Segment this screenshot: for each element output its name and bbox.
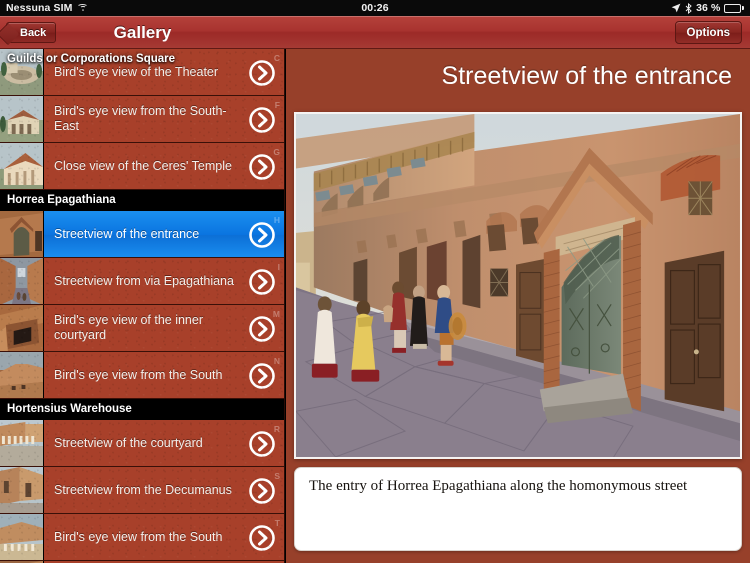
gallery-master-pane[interactable]: Bird's eye view of the Theater C Guilds or… [0, 49, 285, 563]
decumanus-thumb [0, 467, 44, 513]
list-item-label: Close view of the Ceres' Temple [54, 158, 232, 173]
temple-aerial-southeast-thumb [0, 96, 44, 142]
disclosure-chevron-icon[interactable] [249, 478, 279, 504]
list-item[interactable]: Close view of the Ceres' Temple G [0, 143, 284, 190]
status-bar-clock: 00:26 [361, 2, 389, 14]
list-item[interactable]: Bird's eye view of the Theater C Guilds or… [0, 49, 284, 96]
section-header: Horrea Epagathiana [0, 190, 284, 211]
navigation-bar: Back Gallery Options [0, 16, 750, 49]
disclosure-chevron-icon[interactable] [249, 525, 279, 551]
floating-section-header: Guilds or Corporations Square [7, 53, 176, 65]
disclosure-chevron-icon[interactable] [249, 222, 279, 248]
list-item[interactable]: Streetview from via Epagathiana I [0, 258, 284, 305]
disclosure-chevron-icon[interactable] [249, 107, 279, 133]
list-item-label: Streetview of the courtyard [54, 435, 203, 450]
battery-icon [724, 3, 744, 13]
list-item-label: Streetview of the entrance [54, 226, 200, 241]
hortensius-south-thumb [0, 514, 44, 560]
list-item-label: Streetview from the Decumanus [54, 482, 232, 497]
disclosure-chevron-icon[interactable] [249, 316, 279, 342]
list-item-label: Bird's eye view from the South [54, 529, 223, 544]
list-item-label: Bird's eye view of the inner courtyard [54, 313, 203, 342]
back-button-label: Back [20, 26, 47, 39]
horrea-entrance-thumb [0, 211, 44, 257]
gallery-detail-pane: Streetview of the entrance The entry of … [286, 49, 750, 563]
battery-percent-label: 36 % [696, 2, 721, 14]
detail-title: Streetview of the entrance [441, 62, 732, 90]
ceres-temple-thumb [0, 143, 44, 189]
list-item[interactable]: Streetview of the entrance H [0, 211, 284, 258]
list-item[interactable]: Streetview from the Decumanus S [0, 467, 284, 514]
detail-caption: The entry of Horrea Epagathiana along th… [294, 467, 742, 551]
disclosure-chevron-icon[interactable] [249, 154, 279, 180]
list-item[interactable]: Bird's eye view from the South T [0, 514, 284, 561]
list-item[interactable]: Bird's eye view of the inner courtyard M [0, 305, 284, 352]
detail-caption-text: The entry of Horrea Epagathiana along th… [309, 478, 688, 494]
disclosure-chevron-icon[interactable] [249, 363, 279, 389]
status-bar: Nessuna SIM 00:26 36 % [0, 0, 750, 16]
ipad-gallery-app: Nessuna SIM 00:26 36 % Back Gallery Opti… [0, 0, 750, 563]
list-item[interactable]: Bird's eye view from the South-East F [0, 96, 284, 143]
disclosure-chevron-icon[interactable] [249, 431, 279, 457]
options-button-label: Options [686, 26, 730, 39]
section-header: Hortensius Warehouse [0, 399, 284, 420]
list-item-label: Bird's eye view from the South [54, 367, 223, 382]
disclosure-chevron-icon[interactable] [249, 269, 279, 295]
bluetooth-icon [685, 2, 692, 14]
gallery-list[interactable]: Bird's eye view of the Theater C Guilds or… [0, 49, 284, 563]
horrea-south-thumb [0, 352, 44, 398]
detail-photo[interactable] [294, 112, 742, 459]
inner-courtyard-thumb [0, 305, 44, 351]
location-arrow-icon [671, 3, 681, 13]
list-item-label: Streetview from via Epagathiana [54, 273, 234, 288]
status-bar-right: 36 % [671, 2, 744, 14]
hortensius-courtyard-thumb [0, 420, 44, 466]
options-button[interactable]: Options [674, 21, 742, 44]
via-epagathiana-thumb [0, 258, 44, 304]
list-item[interactable]: Bird's eye view from the South N [0, 352, 284, 399]
horrea-epagathiana-entrance-render [296, 114, 740, 457]
list-item-label: Bird's eye view from the South-East [54, 104, 227, 133]
list-item[interactable]: Streetview of the courtyard R [0, 420, 284, 467]
